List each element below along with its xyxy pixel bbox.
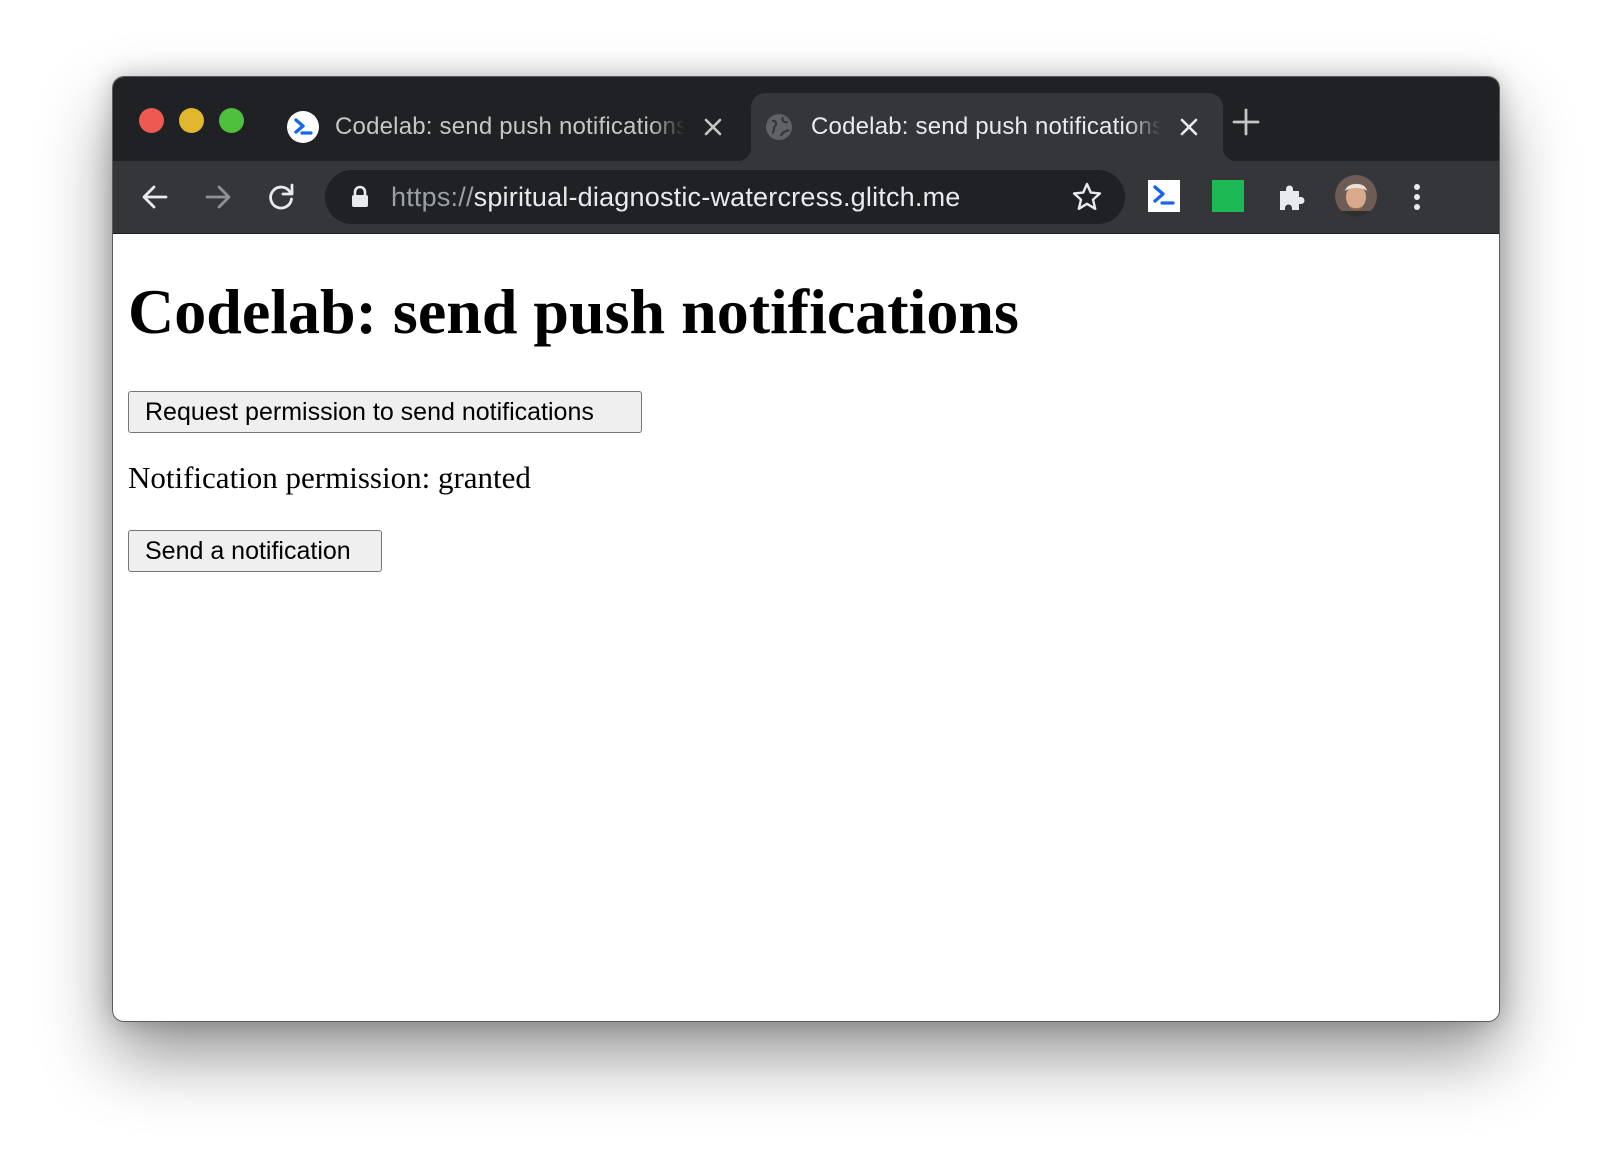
request-permission-button[interactable]: Request permission to send notifications [128, 391, 642, 433]
globe-icon [763, 111, 795, 143]
window-minimize-button[interactable] [179, 108, 204, 133]
tab-title: Codelab: send push notifications [335, 113, 685, 140]
browser-window: Codelab: send push notifications Codelab… [112, 76, 1500, 1022]
close-tab-icon[interactable] [1175, 113, 1203, 141]
puzzle-extensions-icon[interactable] [1275, 179, 1309, 213]
forward-arrow-icon[interactable] [202, 181, 234, 213]
page-title: Codelab: send push notifications [128, 276, 1019, 347]
page-viewport: Codelab: send push notifications Request… [113, 234, 1499, 1021]
window-close-button[interactable] [139, 108, 164, 133]
tab-active[interactable]: Codelab: send push notifications [737, 93, 1237, 161]
profile-avatar[interactable] [1335, 175, 1377, 217]
more-vertical-icon[interactable] [1401, 181, 1433, 213]
back-arrow-icon[interactable] [139, 181, 171, 213]
lock-icon[interactable] [349, 185, 371, 209]
tab-inactive[interactable]: Codelab: send push notifications [275, 93, 735, 161]
terminal-extension-icon[interactable] [1147, 179, 1181, 213]
tab-strip: Codelab: send push notifications Codelab… [113, 77, 1499, 161]
bookmark-star-icon[interactable] [1071, 181, 1103, 213]
green-square-extension-icon[interactable] [1211, 179, 1245, 213]
reload-icon[interactable] [265, 181, 297, 213]
new-tab-plus-icon[interactable] [1231, 107, 1261, 137]
window-maximize-button[interactable] [219, 108, 244, 133]
send-notification-button[interactable]: Send a notification [128, 530, 382, 572]
permission-status-text: Notification permission: granted [128, 460, 531, 495]
tab-title: Codelab: send push notifications [811, 113, 1161, 140]
terminal-prompt-icon [287, 111, 319, 143]
address-bar[interactable]: https://spiritual-diagnostic-watercress.… [325, 170, 1125, 224]
toolbar: https://spiritual-diagnostic-watercress.… [113, 161, 1499, 234]
url-text[interactable]: https://spiritual-diagnostic-watercress.… [391, 182, 961, 213]
close-tab-icon[interactable] [699, 113, 727, 141]
